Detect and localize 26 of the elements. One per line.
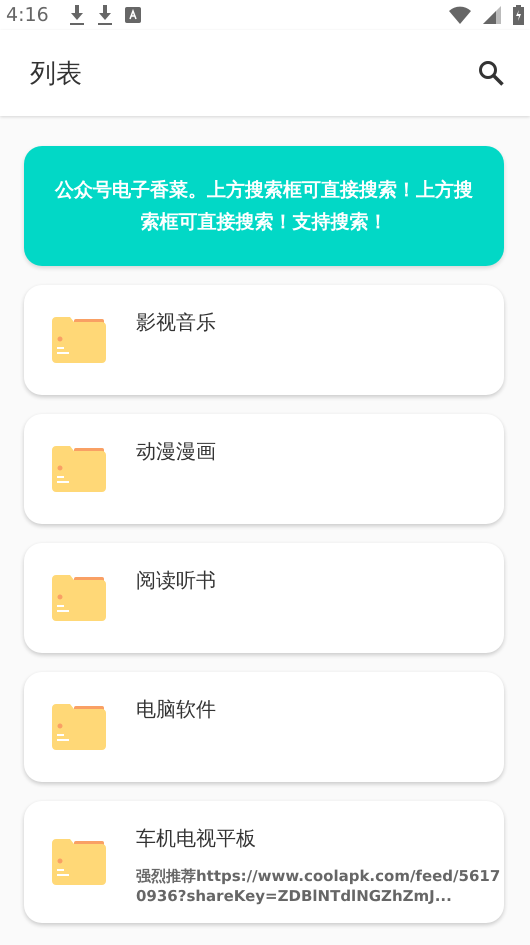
search-icon[interactable]	[478, 60, 504, 86]
folder-icon	[52, 446, 106, 492]
folder-icon	[52, 704, 106, 750]
download-icon	[68, 5, 85, 25]
folder-icon	[52, 575, 106, 621]
battery-icon	[513, 5, 524, 25]
status-time: 4:16	[6, 4, 49, 26]
notice-banner: 公众号电子香菜。上方搜索框可直接搜索！上方搜索框可直接搜索！支持搜索！	[24, 146, 504, 266]
folder-icon	[52, 839, 106, 885]
keyboard-app-icon	[124, 7, 141, 23]
category-card[interactable]: 影视音乐	[24, 285, 504, 395]
category-card[interactable]: 阅读听书	[24, 543, 504, 653]
app-bar-title: 列表	[30, 58, 83, 90]
folder-icon	[52, 317, 106, 363]
category-title: 动漫漫画	[136, 438, 216, 465]
category-card[interactable]: 电脑软件	[24, 672, 504, 782]
download-icon	[96, 5, 113, 25]
signal-icon	[483, 6, 501, 24]
category-card[interactable]: 车机电视平板 强烈推荐https://www.coolapk.com/feed/56170936?shareKey=ZDBlNTdlNGZhZmJ...	[24, 801, 504, 923]
category-title: 车机电视平板	[136, 825, 257, 852]
category-description: 强烈推荐https://www.coolapk.com/feed/56170936?shareKey=ZDBlNTdlNGZhZmJ...	[136, 866, 502, 907]
category-title: 电脑软件	[136, 696, 216, 723]
category-title: 阅读听书	[136, 567, 216, 594]
category-title: 影视音乐	[136, 309, 216, 336]
category-card[interactable]: 动漫漫画	[24, 414, 504, 524]
wifi-icon	[449, 6, 471, 24]
